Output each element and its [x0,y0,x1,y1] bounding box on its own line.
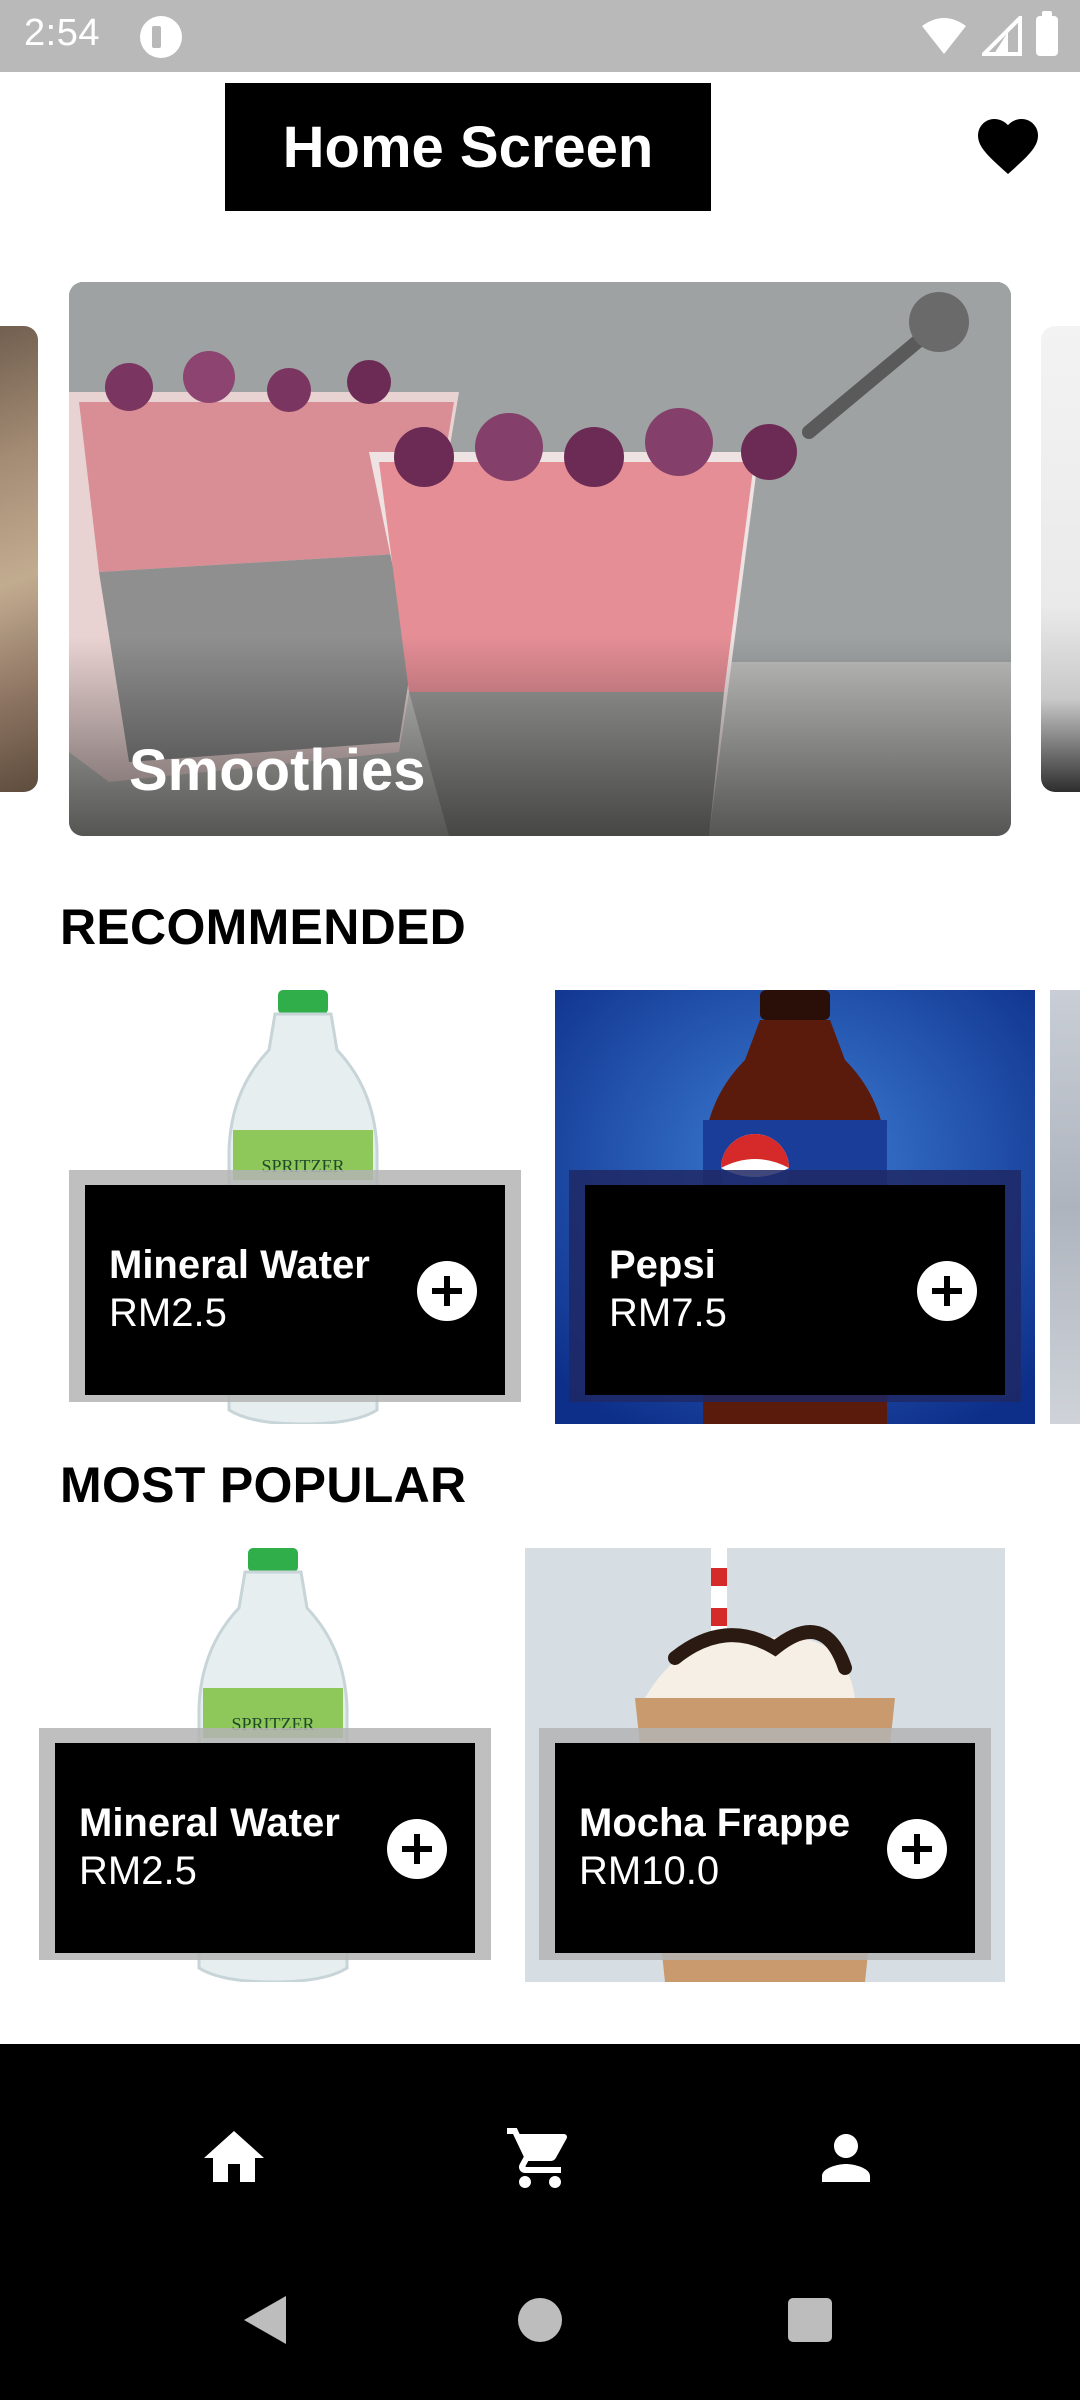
app-root: 2:54 Home Screen Smoothies RECOMMENDED S… [0,0,1080,2400]
status-time: 2:54 [24,12,100,54]
person-icon[interactable] [810,2122,882,2194]
system-recents-icon[interactable] [780,2290,840,2350]
product-card-mineral-water[interactable]: SPRITZER Mineral Water RM2.5 [55,990,535,1424]
favorites-heart-icon[interactable] [972,110,1044,182]
system-back-icon[interactable] [236,2290,296,2350]
product-price: RM10.0 [579,1849,720,1893]
carousel-card-next[interactable] [1041,326,1080,792]
carousel-card-previous[interactable] [0,326,38,792]
wifi-icon [922,18,966,54]
add-to-cart-button[interactable] [387,1819,447,1879]
product-card-next-peek[interactable] [1050,990,1080,1424]
product-card-mocha-frappe[interactable]: Mocha Frappe RM10.0 [525,1548,1005,1982]
home-icon[interactable] [198,2122,270,2194]
product-info-panel: Mocha Frappe RM10.0 [555,1743,975,1953]
add-to-cart-button[interactable] [917,1261,977,1321]
battery-icon [1036,11,1058,56]
notification-app-icon [140,16,182,58]
product-info-panel: Mineral Water RM2.5 [85,1185,505,1395]
section-title-recommended: RECOMMENDED [60,899,467,955]
status-bar: 2:54 [0,0,1080,72]
add-to-cart-button[interactable] [887,1819,947,1879]
product-name: Mineral Water [109,1243,370,1287]
product-price: RM2.5 [109,1291,227,1335]
hero-gradient [69,636,1011,836]
product-name: Pepsi [609,1243,716,1287]
page-title: Home Screen [225,83,711,211]
product-card-pepsi[interactable]: Pepsi RM7.5 [555,990,1035,1424]
product-price: RM7.5 [609,1291,727,1335]
cart-icon[interactable] [504,2122,576,2194]
hero-card-smoothies[interactable]: Smoothies [69,282,1011,836]
product-info-panel: Pepsi RM7.5 [585,1185,1005,1395]
system-home-icon[interactable] [510,2290,570,2350]
product-card-mineral-water[interactable]: SPRITZER Mineral Water RM2.5 [25,1548,505,1982]
section-title-most-popular: MOST POPULAR [60,1457,467,1513]
hero-title: Smoothies [129,738,426,803]
status-icons [920,11,1058,58]
add-to-cart-button[interactable] [417,1261,477,1321]
product-name: Mocha Frappe [579,1801,851,1845]
signal-icon [982,16,1022,56]
product-price: RM2.5 [79,1849,197,1893]
product-info-panel: Mineral Water RM2.5 [55,1743,475,1953]
product-name: Mineral Water [79,1801,340,1845]
